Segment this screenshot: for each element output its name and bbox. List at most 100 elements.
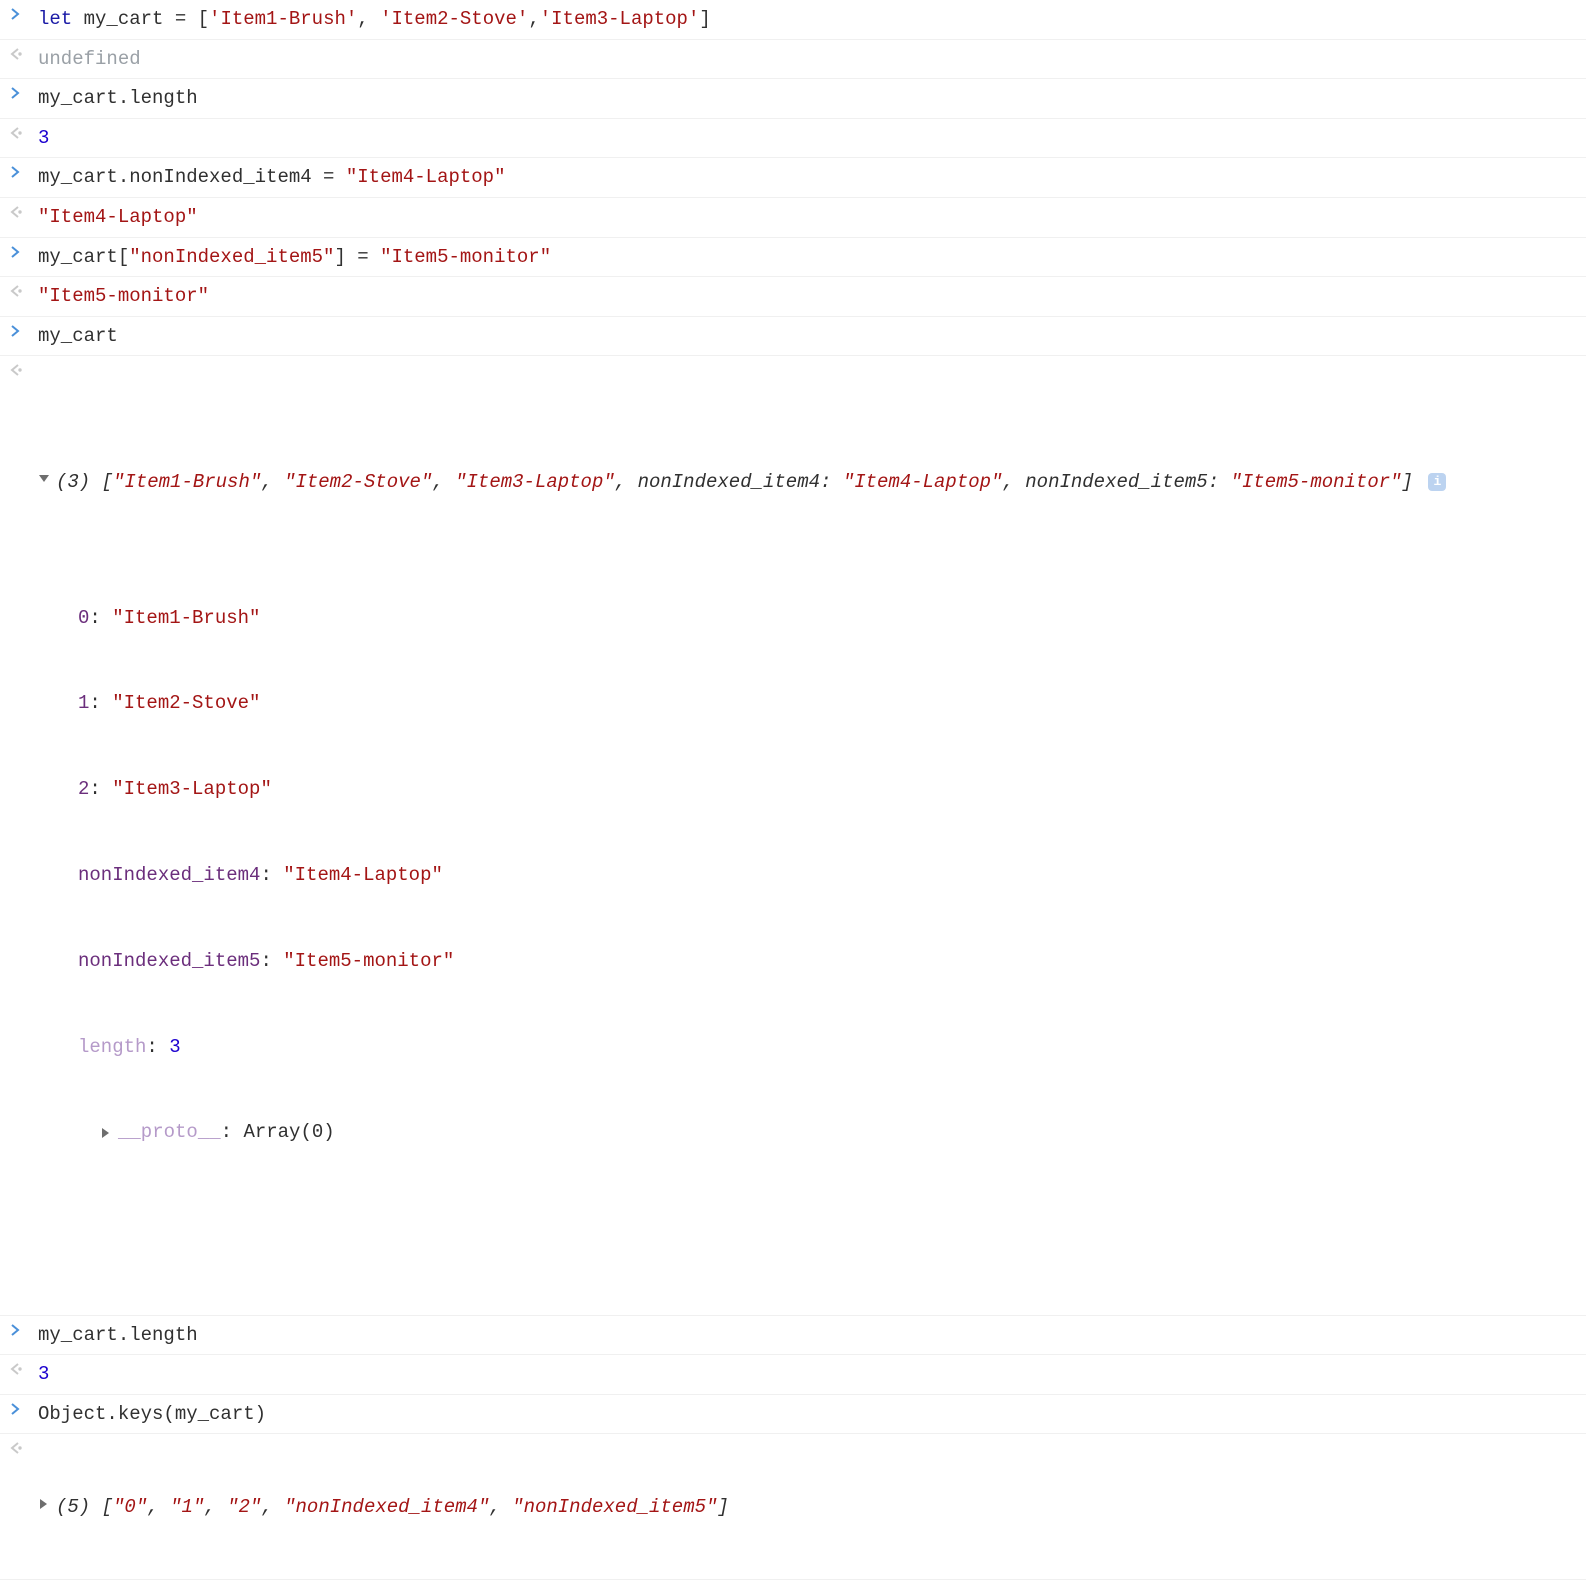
property-value: "Item4-Laptop" — [283, 864, 443, 886]
object-summary: (3) ["Item1-Brush", "Item2-Stove", "Item… — [56, 469, 1446, 496]
console-input-row[interactable]: my_cart.length — [0, 79, 1586, 119]
code-token: nonIndexed_item4: — [638, 471, 843, 493]
input-prompt-icon — [10, 164, 38, 178]
console-input-code: my_cart.nonIndexed_item4 = "Item4-Laptop… — [38, 164, 1576, 191]
input-prompt-icon — [10, 85, 38, 99]
object-tree[interactable]: (3) ["Item1-Brush", "Item2-Stove", "Item… — [38, 416, 1576, 1256]
code-token: , — [489, 1496, 512, 1518]
property-value: "Item5-monitor" — [283, 950, 454, 972]
code-token: "nonIndexed_item5" — [129, 246, 334, 268]
code-token: [ — [90, 1496, 113, 1518]
code-token: , — [615, 471, 638, 493]
code-token: ] — [717, 1496, 728, 1518]
console-input-row[interactable]: Object.keys(my_cart) — [0, 1395, 1586, 1435]
code-token: 'Item3-Laptop' — [540, 8, 700, 30]
code-token: "Item5-monitor" — [380, 246, 551, 268]
object-property-row[interactable]: nonIndexed_item4: "Item4-Laptop" — [78, 859, 1576, 892]
console-output-value: undefined — [38, 46, 1576, 73]
code-token: ] = — [334, 246, 380, 268]
code-token: "nonIndexed_item5" — [512, 1496, 717, 1518]
console-input-code: my_cart["nonIndexed_item5"] = "Item5-mon… — [38, 244, 1576, 271]
console-output-value: "Item5-monitor" — [38, 283, 1576, 310]
property-value: "Item1-Brush" — [112, 607, 260, 629]
chevron-down-icon[interactable] — [38, 469, 54, 484]
input-prompt-icon — [10, 323, 38, 337]
code-token: , — [147, 1496, 170, 1518]
chevron-right-icon[interactable] — [38, 1495, 54, 1510]
code-token: (3) — [56, 471, 90, 493]
console-output-row: "Item4-Laptop" — [0, 198, 1586, 238]
object-tree[interactable]: (5) ["0", "1", "2", "nonIndexed_item4", … — [38, 1494, 1576, 1521]
console-input-code: Object.keys(my_cart) — [38, 1401, 1576, 1428]
input-prompt-icon — [10, 6, 38, 20]
console-output-row: "Item5-monitor" — [0, 277, 1586, 317]
code-token: my_cart = [ — [72, 8, 209, 30]
property-key: nonIndexed_item5 — [78, 950, 260, 972]
code-token: [ — [90, 471, 113, 493]
object-property-row[interactable]: 1: "Item2-Stove" — [78, 687, 1576, 720]
console-input-code: my_cart — [38, 323, 1576, 350]
code-token: "Item5-monitor" — [1231, 471, 1402, 493]
object-property-row[interactable]: length: 3 — [78, 1031, 1576, 1064]
code-token: nonIndexed_item5: — [1025, 471, 1230, 493]
code-token: : — [89, 778, 112, 800]
code-token: , — [204, 1496, 227, 1518]
code-token: , — [528, 8, 539, 30]
object-property-row[interactable]: nonIndexed_item5: "Item5-monitor" — [78, 945, 1576, 978]
code-token: , — [1002, 471, 1025, 493]
code-token: let — [38, 8, 72, 30]
console-output-row: (5) ["0", "1", "2", "nonIndexed_item4", … — [0, 1434, 1586, 1580]
code-token: my_cart[ — [38, 246, 129, 268]
console-input-row[interactable]: my_cart["nonIndexed_item5"] = "Item5-mon… — [0, 238, 1586, 278]
console-output-value: 3 — [38, 125, 1576, 152]
code-token: : — [89, 692, 112, 714]
code-token: (5) — [56, 1496, 90, 1518]
property-value: "Item3-Laptop" — [112, 778, 272, 800]
code-token: : — [260, 864, 283, 886]
code-token: , — [357, 8, 380, 30]
object-proto-row[interactable]: __proto__: Array(0) — [100, 1116, 1576, 1149]
code-token: "Item2-Stove" — [284, 471, 432, 493]
code-token: : — [260, 950, 283, 972]
console-input-code: let my_cart = ['Item1-Brush', 'Item2-Sto… — [38, 6, 1576, 33]
input-prompt-icon — [10, 1401, 38, 1415]
console-output-value: (3) ["Item1-Brush", "Item2-Stove", "Item… — [38, 362, 1576, 1308]
console-output-row: 3 — [0, 1355, 1586, 1395]
console-input-row[interactable]: my_cart.length — [0, 1316, 1586, 1356]
property-key: length — [78, 1036, 146, 1058]
property-key: 1 — [78, 692, 89, 714]
code-token: , — [432, 471, 455, 493]
input-prompt-icon — [10, 244, 38, 258]
object-property-row[interactable]: 0: "Item1-Brush" — [78, 602, 1576, 635]
info-icon[interactable]: i — [1428, 473, 1446, 491]
object-tree-header[interactable]: (3) ["Item1-Brush", "Item2-Stove", "Item… — [38, 469, 1576, 496]
property-value: 3 — [169, 1036, 180, 1058]
output-prompt-icon — [10, 204, 38, 218]
output-prompt-icon — [10, 362, 38, 376]
code-token: "Item3-Laptop" — [455, 471, 615, 493]
console-input-code: my_cart.length — [38, 85, 1576, 112]
input-prompt-icon — [10, 1322, 38, 1336]
output-prompt-icon — [10, 283, 38, 297]
code-token: "Item1-Brush" — [113, 471, 261, 493]
code-token: , — [261, 1496, 284, 1518]
code-token: "Item4-Laptop" — [843, 471, 1003, 493]
object-tree-body: 0: "Item1-Brush" 1: "Item2-Stove" 2: "It… — [78, 549, 1576, 1203]
console-input-row[interactable]: my_cart.nonIndexed_item4 = "Item4-Laptop… — [0, 158, 1586, 198]
console-input-row[interactable]: let my_cart = ['Item1-Brush', 'Item2-Sto… — [0, 0, 1586, 40]
code-token: ] — [699, 8, 710, 30]
code-token: "nonIndexed_item4" — [284, 1496, 489, 1518]
code-token: : — [146, 1036, 169, 1058]
code-token: : — [221, 1119, 244, 1146]
console-input-row[interactable]: my_cart — [0, 317, 1586, 357]
object-summary: (5) ["0", "1", "2", "nonIndexed_item4", … — [56, 1494, 729, 1521]
output-prompt-icon — [10, 46, 38, 60]
console-output-row: (3) ["Item1-Brush", "Item2-Stove", "Item… — [0, 356, 1586, 1315]
output-prompt-icon — [10, 1361, 38, 1375]
console-output-value: "Item4-Laptop" — [38, 204, 1576, 231]
object-property-row[interactable]: 2: "Item3-Laptop" — [78, 773, 1576, 806]
chevron-right-icon[interactable] — [100, 1127, 114, 1139]
code-token: "2" — [227, 1496, 261, 1518]
devtools-console[interactable]: let my_cart = ['Item1-Brush', 'Item2-Sto… — [0, 0, 1586, 1580]
code-token: : — [89, 607, 112, 629]
